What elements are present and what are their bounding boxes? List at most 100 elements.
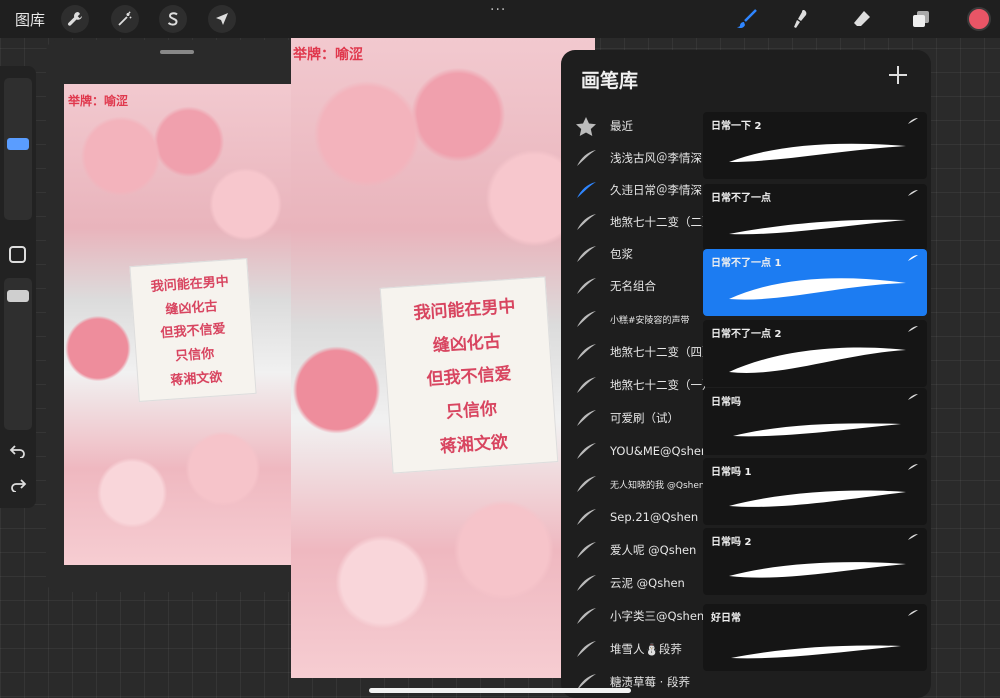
brush-library-title: 画笔库: [581, 70, 639, 92]
note-line: 缝凶化古: [432, 331, 502, 357]
opacity-slider[interactable]: [4, 278, 32, 430]
brush-set-label: 无人知晓的我 @Qshen: [610, 480, 705, 491]
brush-stroke-icon: [577, 150, 596, 166]
brush-set-item[interactable]: 地煞七十二变（四）: [561, 336, 705, 368]
brush-set-label: 浅浅古风＠李情深: [610, 151, 702, 165]
brush-set-label: 地煞七十二变（一）: [610, 378, 705, 392]
reference-sign-label: 举牌：喻涩: [68, 94, 129, 108]
canvas-sign-label: 举牌：喻涩: [293, 47, 363, 63]
brush-set-item[interactable]: 地煞七十二变（一）: [561, 369, 705, 401]
brush-name: 日常吗: [711, 397, 741, 408]
brush-stroke-preview: [733, 423, 901, 437]
brush-set-label: 云泥 @Qshen: [610, 576, 685, 590]
brush-item[interactable]: 日常吗 2: [703, 528, 927, 595]
brush-item[interactable]: 日常不了一点: [703, 184, 927, 251]
smudge-tool-icon[interactable]: [787, 5, 815, 33]
brush-set-item[interactable]: 糖渍草莓 · 段荞: [561, 666, 703, 698]
brush-stroke-preview: [729, 278, 906, 300]
brush-set-item[interactable]: 云泥 @Qshen: [561, 567, 703, 599]
brush-stroke-icon: [908, 326, 918, 332]
brush-set-label: 爱人呢 @Qshen: [610, 543, 697, 557]
brush-stroke-icon: [577, 214, 596, 230]
brush-stroke-icon: [577, 182, 596, 198]
brush-set-item[interactable]: 可爱刷（试）: [561, 402, 703, 434]
brush-set-item[interactable]: 无名组合: [561, 270, 703, 302]
reference-image: 举牌：喻涩 我问能在男中 缝凶化古 但我不信爱 只信你 蒋湘文欲: [64, 84, 291, 565]
brush-stroke-preview: [729, 143, 906, 162]
drawing-canvas[interactable]: 举牌：喻涩 我问能在男中 缝凶化古 但我不信爱 只信你 蒋湘文欲: [291, 38, 595, 678]
brush-stroke-preview: [731, 645, 901, 659]
modify-button[interactable]: [9, 246, 26, 263]
brush-stroke-icon: [577, 575, 596, 591]
brush-set-item[interactable]: 久违日常＠李情深: [561, 174, 703, 206]
brush-stroke-icon: [577, 641, 596, 657]
add-brush-set-icon[interactable]: [887, 64, 909, 86]
brush-library-panel: 画笔库 最近 浅浅古风＠李情深 久违日常＠李情深 地煞七十二变（二） 包浆 无名…: [561, 50, 931, 698]
adjustments-magic-wand-icon[interactable]: [111, 5, 139, 33]
brush-set-item[interactable]: 地煞七十二变（二）: [561, 206, 705, 238]
brush-set-item[interactable]: 最近: [561, 110, 703, 142]
eraser-tool-icon[interactable]: [848, 5, 876, 33]
opacity-thumb[interactable]: [7, 290, 29, 302]
brush-stroke-icon: [908, 118, 918, 124]
canvas-note-card: 我问能在男中 缝凶化古 但我不信爱 只信你 蒋湘文欲: [379, 276, 559, 474]
transform-arrow-icon[interactable]: [208, 5, 236, 33]
brush-stroke-icon: [908, 255, 918, 261]
note-line: 只信你: [174, 346, 215, 365]
brush-item[interactable]: 日常吗: [703, 388, 927, 455]
brush-stroke-icon: [908, 394, 918, 400]
brush-stroke-icon: [577, 246, 596, 262]
brush-set-item[interactable]: 浅浅古风＠李情深: [561, 142, 703, 174]
layers-icon[interactable]: [907, 5, 935, 33]
brush-set-item[interactable]: 小糕#安陵容的声带: [561, 303, 703, 335]
reference-drag-handle[interactable]: [160, 50, 194, 54]
star-icon: [576, 117, 596, 136]
brush-set-item[interactable]: 包浆: [561, 238, 703, 270]
left-sidebar: [0, 66, 36, 508]
undo-icon[interactable]: [9, 444, 27, 458]
brush-item[interactable]: 好日常: [703, 604, 927, 671]
brush-set-item[interactable]: 堆雪人⛄段荞: [561, 633, 703, 665]
brush-set-item[interactable]: YOU&ME@Qshen: [561, 435, 705, 467]
more-options-icon[interactable]: ···: [490, 2, 506, 18]
note-line: 我问能在男中: [150, 274, 230, 296]
note-line: 但我不信爱: [426, 364, 513, 391]
brush-set-item[interactable]: 小字类三@Qshen: [561, 600, 704, 632]
brush-list: 日常一下 2 日常不了一点 日常不了一点 1 日常不了一点 2 日常吗 日常吗 …: [703, 112, 931, 698]
redo-icon[interactable]: [9, 478, 27, 492]
brush-stroke-icon: [577, 278, 596, 294]
brush-set-label: 久违日常＠李情深: [610, 183, 702, 197]
note-line: 只信你: [445, 399, 498, 423]
brush-name: 日常吗 2: [711, 537, 752, 548]
selection-s-icon[interactable]: [159, 5, 187, 33]
brush-set-label: 堆雪人⛄段荞: [610, 642, 682, 656]
brush-size-slider[interactable]: [4, 78, 32, 220]
brush-set-item[interactable]: 爱人呢 @Qshen: [561, 534, 703, 566]
brush-name: 日常不了一点 1: [711, 258, 782, 269]
brush-set-item[interactable]: 无人知晓的我 @Qshen: [561, 468, 705, 500]
color-picker-button[interactable]: [967, 7, 991, 31]
brush-stroke-icon: [577, 377, 596, 393]
brush-item[interactable]: 日常一下 2: [703, 112, 927, 179]
reference-panel[interactable]: 举牌：喻涩 我问能在男中 缝凶化古 但我不信爱 只信你 蒋湘文欲: [46, 40, 308, 592]
note-line: 但我不信爱: [160, 322, 227, 342]
brush-set-list: 最近 浅浅古风＠李情深 久违日常＠李情深 地煞七十二变（二） 包浆 无名组合 小…: [561, 110, 705, 698]
brush-stroke-icon: [577, 476, 596, 492]
brush-item[interactable]: 日常不了一点 2: [703, 320, 927, 387]
brush-stroke-preview: [729, 219, 906, 235]
gallery-button[interactable]: 图库: [15, 9, 45, 30]
brush-name: 日常不了一点: [711, 193, 771, 204]
brush-tool-icon[interactable]: [733, 5, 761, 33]
brush-set-item[interactable]: Sep.21@Qshen: [561, 501, 703, 533]
brush-name: 好日常: [711, 613, 741, 624]
note-line: 我问能在男中: [412, 296, 517, 324]
brush-item[interactable]: 日常吗 1: [703, 458, 927, 525]
brush-item-selected[interactable]: 日常不了一点 1: [703, 249, 927, 316]
note-line: 蒋湘文欲: [439, 432, 509, 457]
brush-size-thumb[interactable]: [7, 138, 29, 150]
brush-stroke-icon: [577, 443, 596, 459]
actions-wrench-icon[interactable]: [61, 5, 89, 33]
home-indicator[interactable]: [369, 688, 631, 693]
brush-set-label: 地煞七十二变（四）: [610, 345, 705, 359]
reference-note-card: 我问能在男中 缝凶化古 但我不信爱 只信你 蒋湘文欲: [129, 258, 257, 402]
